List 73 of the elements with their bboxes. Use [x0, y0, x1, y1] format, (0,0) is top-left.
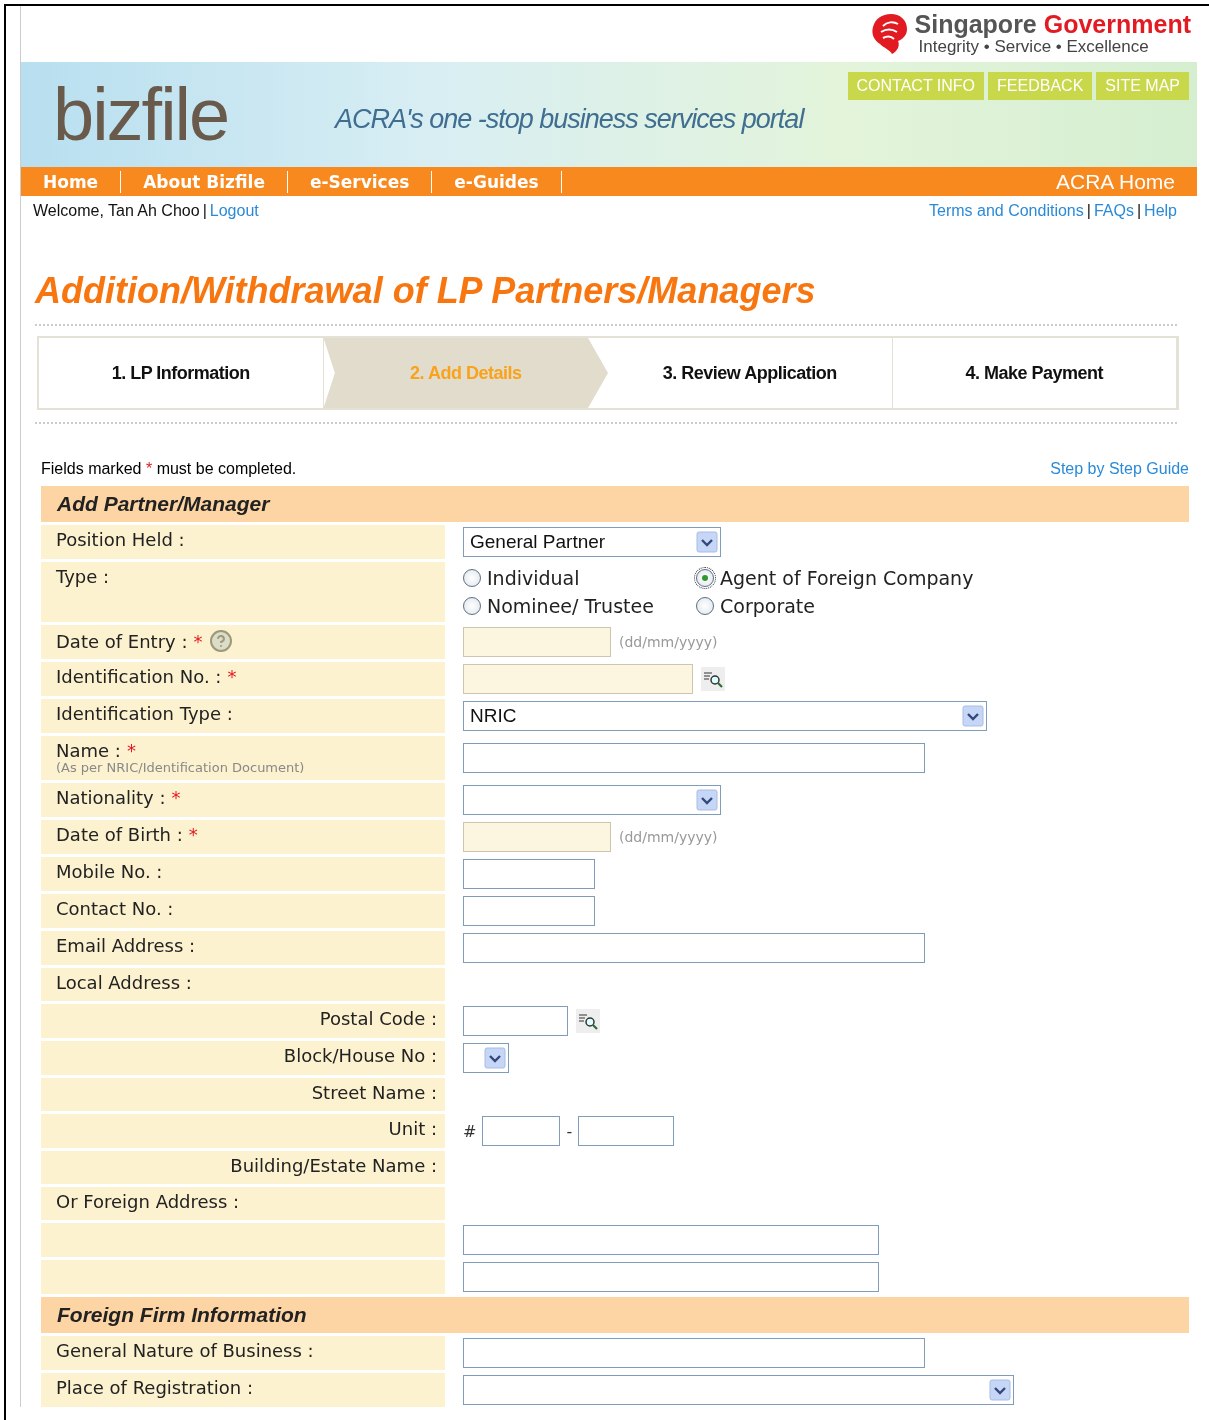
header-link[interactable]: Logout [209, 202, 259, 219]
field-note: (As per NRIC/Identification Document) [56, 761, 305, 775]
input-field[interactable] [578, 1116, 675, 1146]
nav-home-link[interactable]: ACRA Home [1055, 169, 1197, 194]
separator: | [1085, 202, 1092, 219]
input-field[interactable] [463, 743, 925, 773]
radio-option[interactable]: Nominee/ Trustee [463, 595, 696, 617]
nav-item[interactable]: e-Services [287, 170, 433, 193]
field-label: Street Name : [311, 1082, 437, 1103]
required-fields-note: Fields marked * must be completed. [41, 460, 297, 478]
government-tagline: Integrity • Service • Excellence [918, 37, 1149, 57]
field-label: Unit : [388, 1118, 437, 1139]
input-field[interactable] [463, 859, 595, 889]
field-label: Postal Code : [319, 1008, 437, 1029]
nav-item[interactable]: Home [21, 170, 122, 193]
field-label: Type : [56, 566, 110, 587]
required-mark: * [193, 630, 203, 652]
hash-sign: # [463, 1121, 477, 1141]
lookup-search-icon[interactable] [576, 1009, 600, 1033]
field-label: Contact No. : [56, 898, 174, 919]
field-label: Block/House No : [283, 1045, 437, 1066]
required-mark: * [126, 740, 136, 761]
date-format-hint: (dd/mm/yyyy) [619, 829, 718, 845]
field-label: Name : [56, 740, 121, 761]
field-label: Date of Birth : [56, 824, 183, 845]
nav-item[interactable]: e-Guides [432, 170, 562, 193]
header-link[interactable]: Terms and Conditions [929, 202, 1084, 219]
site-slogan: ACRA's one -stop business services portal [333, 103, 806, 135]
section-header: Foreign Firm Information [41, 1297, 1189, 1333]
input-field[interactable] [463, 1262, 879, 1292]
separator: | [201, 202, 208, 219]
separator: | [1135, 202, 1143, 219]
dropdown-select[interactable] [463, 785, 721, 815]
date-format-hint: (dd/mm/yyyy) [619, 634, 718, 650]
dropdown-select[interactable]: NRIC [463, 701, 987, 731]
header-link[interactable]: FAQs [1093, 202, 1134, 219]
government-name: Singapore Government [914, 11, 1191, 37]
field-label: Place of Registration : [56, 1377, 253, 1398]
field-label: Email Address : [56, 935, 196, 956]
required-mark: * [188, 824, 198, 845]
required-mark: * [171, 787, 181, 808]
radio-option[interactable]: Agent of Foreign Company [696, 567, 974, 589]
welcome-text: Welcome, Tan Ah Choo [33, 202, 200, 219]
header-link[interactable]: Help [1144, 202, 1177, 219]
field-label: Position Held : [56, 529, 185, 550]
radio-option[interactable]: Corporate [696, 595, 974, 617]
input-field[interactable] [482, 1116, 561, 1146]
dropdown-select[interactable] [463, 1043, 509, 1073]
step-guide-link[interactable]: Step by Step Guide [1050, 460, 1189, 478]
input-field[interactable] [463, 1225, 879, 1255]
page-title: Addition/Withdrawal of LP Partners/Managers [35, 270, 817, 312]
field-label: Or Foreign Address : [56, 1191, 240, 1212]
field-label: General Nature of Business : [56, 1340, 314, 1361]
section-header: Add Partner/Manager [41, 486, 1189, 522]
field-label: Local Address : [56, 972, 192, 993]
input-field[interactable] [463, 896, 595, 926]
site-logo[interactable]: bizfile [21, 77, 321, 152]
required-mark: * [227, 666, 237, 687]
dropdown-select[interactable] [463, 1375, 1014, 1405]
nav-item[interactable]: About Bizfile [121, 170, 288, 193]
input-field[interactable] [463, 1006, 568, 1036]
field-label: Date of Entry : [56, 630, 188, 652]
input-field[interactable] [463, 933, 925, 963]
field-label: Nationality : [56, 787, 166, 808]
dash-sign: - [566, 1121, 573, 1141]
input-field[interactable] [463, 1338, 925, 1368]
lookup-search-icon[interactable] [701, 667, 725, 691]
field-label: Mobile No. : [56, 861, 163, 882]
field-label: Identification No. : [56, 666, 222, 687]
field-label: Identification Type : [56, 703, 233, 724]
field-label: Building/Estate Name : [230, 1155, 437, 1176]
radio-option[interactable]: Individual [463, 567, 696, 589]
dropdown-select[interactable]: General Partner [463, 527, 721, 557]
